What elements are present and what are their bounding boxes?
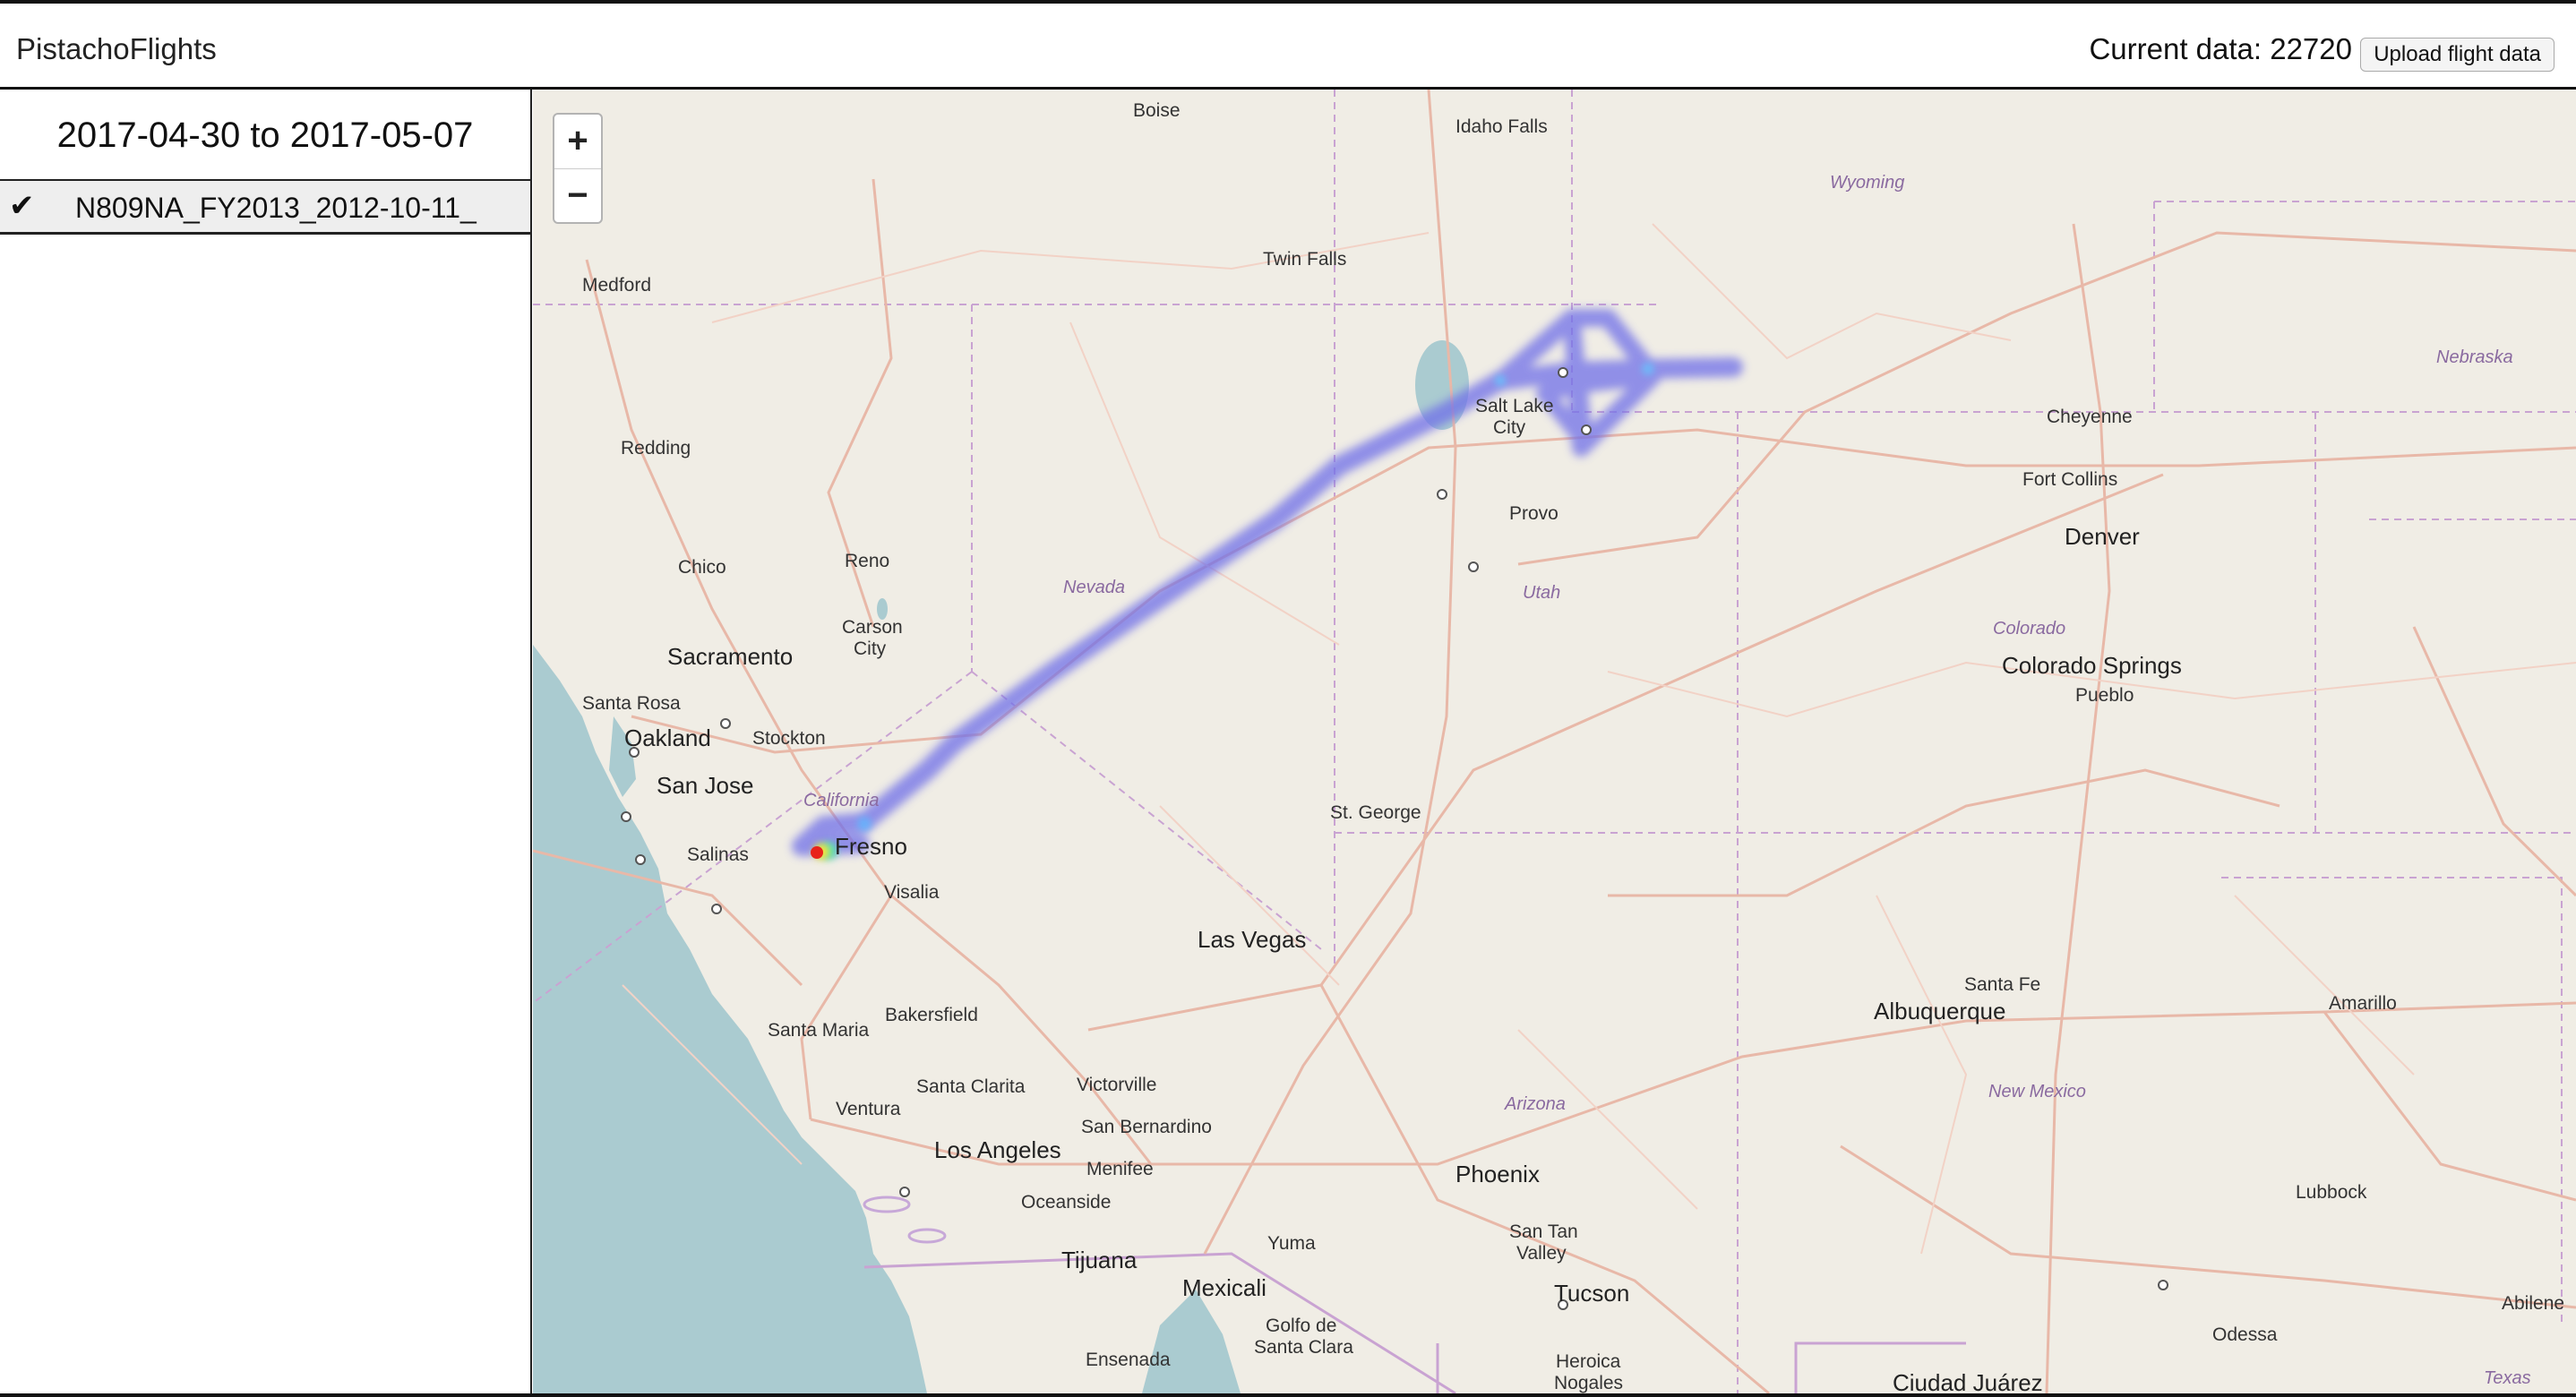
flight-heatmap [792,309,1743,860]
label-colorado-springs: Colorado Springs [2002,652,2182,679]
label-provo: Provo [1509,503,1558,524]
label-albuquerque: Albuquerque [1874,998,2005,1024]
label-santa-clarita: Santa Clarita [916,1076,1026,1097]
pacific-ocean [533,645,927,1393]
hotspot-marker [811,846,823,859]
flight-list-item[interactable]: ✔ N809NA_FY2013_2012-10-11_ [0,181,530,235]
label-twin-falls: Twin Falls [1263,249,1346,270]
label-salt-lake-2: City [1493,417,1526,438]
label-mexicali: Mexicali [1182,1274,1267,1301]
label-stockton: Stockton [752,728,826,749]
label-las-vegas: Las Vegas [1198,926,1306,953]
sidebar: 2017-04-30 to 2017-05-07 ✔ N809NA_FY2013… [0,90,532,1397]
label-bakersfield: Bakersfield [885,1005,978,1025]
label-st-george: St. George [1330,802,1421,823]
label-boise: Boise [1133,100,1181,121]
label-visalia: Visalia [884,882,940,903]
label-denver: Denver [2065,523,2140,550]
map-canvas: Boise Idaho Falls Wyoming Twin Falls Med… [533,90,2576,1393]
label-idaho-falls: Idaho Falls [1455,116,1548,137]
gulf-of-california [1142,1290,1241,1393]
label-nevada: Nevada [1063,578,1125,597]
label-amarillo: Amarillo [2329,993,2397,1014]
label-santa-fe: Santa Fe [1964,974,2040,995]
zoom-in-button[interactable]: + [554,115,601,169]
label-wyoming: Wyoming [1830,173,1904,193]
label-santa-rosa: Santa Rosa [582,693,681,714]
label-los-angeles: Los Angeles [934,1136,1061,1163]
label-oakland: Oakland [624,724,711,751]
label-heroica-2: Nogales [1554,1373,1623,1393]
label-carson-2: City [854,639,887,659]
label-lubbock: Lubbock [2296,1182,2367,1203]
label-phoenix: Phoenix [1455,1161,1540,1187]
label-ensenada: Ensenada [1086,1350,1171,1370]
label-menifee: Menifee [1086,1159,1154,1179]
label-heroica-1: Heroica [1556,1351,1621,1372]
country-border [863,1252,1966,1393]
top-bar: PistachoFlights Current data: 22720 Uplo… [0,0,2576,90]
check-icon: ✔ [9,189,35,223]
label-golfo-2: Santa Clara [1254,1337,1353,1358]
label-salt-lake-1: Salt Lake [1475,396,1554,416]
label-san-tan-1: San Tan [1509,1221,1578,1242]
label-yuma: Yuma [1267,1233,1316,1254]
current-data-count: Current data: 22720 [2089,32,2352,65]
label-colorado: Colorado [1993,619,2065,639]
label-san-bernardino: San Bernardino [1081,1117,1212,1137]
label-ciudad-juarez: Ciudad Juárez [1893,1369,2043,1393]
label-tucson: Tucson [1554,1280,1629,1307]
label-cheyenne: Cheyenne [2047,407,2133,427]
label-fresno: Fresno [835,833,907,860]
label-medford: Medford [582,275,651,296]
label-oceanside: Oceanside [1021,1192,1111,1213]
label-san-tan-2: Valley [1516,1243,1567,1264]
label-sacramento: Sacramento [667,643,793,670]
label-golfo-1: Golfo de [1266,1316,1336,1336]
flight-label: N809NA_FY2013_2012-10-11_ [75,192,477,224]
label-pueblo: Pueblo [2075,685,2134,706]
label-chico: Chico [678,557,726,578]
label-texas: Texas [2484,1368,2531,1388]
label-california: California [803,791,879,810]
label-ventura: Ventura [836,1099,901,1119]
channel-island-1 [863,1196,911,1213]
date-range-title: 2017-04-30 to 2017-05-07 [0,90,530,181]
label-reno: Reno [845,551,889,571]
label-carson-1: Carson [842,617,903,638]
label-abilene: Abilene [2502,1293,2564,1314]
zoom-control: + − [553,113,603,224]
label-salinas: Salinas [687,844,749,865]
channel-island-2 [907,1228,947,1244]
label-fort-collins: Fort Collins [2022,469,2117,490]
bottom-border [0,1393,2576,1397]
label-utah: Utah [1523,583,1560,603]
app-title: PistachoFlights [16,32,217,65]
label-nebraska: Nebraska [2436,347,2513,367]
map[interactable]: Boise Idaho Falls Wyoming Twin Falls Med… [533,90,2576,1393]
zoom-out-button[interactable]: − [554,169,601,223]
label-arizona: Arizona [1504,1094,1566,1114]
label-san-jose: San Jose [657,772,753,799]
label-victorville: Victorville [1077,1075,1156,1095]
label-tijuana: Tijuana [1061,1247,1138,1273]
label-new-mexico: New Mexico [1988,1082,2086,1101]
label-odessa: Odessa [2212,1324,2278,1345]
label-redding: Redding [621,438,691,459]
upload-flight-data-button[interactable]: Upload flight data [2360,38,2555,72]
label-santa-maria: Santa Maria [768,1020,870,1041]
